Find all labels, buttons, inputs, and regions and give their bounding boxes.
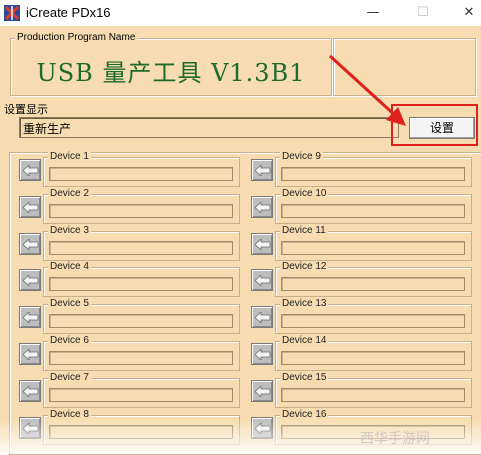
minimize-button[interactable]: — <box>350 0 396 26</box>
watermark-text: 西华手游网 <box>360 431 430 447</box>
device-progress-bar <box>281 314 465 329</box>
device-arrow-button[interactable] <box>19 379 41 402</box>
device-slot: Device 5 <box>19 298 249 335</box>
device-label: Device 15 <box>280 371 329 383</box>
device-slot: Device 9 <box>251 151 481 187</box>
device-label: Device 2 <box>48 187 91 199</box>
device-progress-bar <box>49 314 233 329</box>
device-group: Device 5 <box>43 298 240 335</box>
left-arrow-icon <box>255 201 271 213</box>
device-slot: Device 6 <box>19 335 249 371</box>
device-arrow-button[interactable] <box>251 269 273 292</box>
device-slot: Device 1 <box>19 151 249 187</box>
device-label: Device 10 <box>280 187 329 199</box>
device-progress-bar <box>49 167 233 181</box>
device-label: Device 7 <box>48 371 91 383</box>
device-slot: Device 15 <box>251 371 481 408</box>
device-arrow-button[interactable] <box>19 343 41 365</box>
device-progress-bar <box>49 351 233 365</box>
close-button[interactable]: ✕ <box>446 0 481 26</box>
production-program-group: Production Program Name USB 量产工具 V1.3B1 <box>10 32 332 96</box>
left-arrow-icon <box>255 385 271 397</box>
device-slot: Device 12 <box>251 261 481 298</box>
device-progress-bar <box>49 203 233 218</box>
device-label: Device 5 <box>48 298 91 310</box>
device-progress-bar <box>281 277 465 292</box>
left-arrow-icon <box>255 275 271 287</box>
device-group: Device 11 <box>275 224 472 261</box>
device-arrow-button[interactable] <box>19 269 41 292</box>
left-arrow-icon <box>255 238 271 250</box>
left-arrow-icon <box>23 385 39 397</box>
device-slot: Device 13 <box>251 298 481 335</box>
device-label: Device 3 <box>48 224 91 236</box>
device-arrow-button[interactable] <box>251 343 273 365</box>
device-group: Device 4 <box>43 261 240 298</box>
production-program-title: USB 量产工具 V1.3B1 <box>36 59 306 87</box>
device-progress-bar <box>281 167 465 181</box>
device-slot: Device 7 <box>19 371 249 408</box>
device-progress-bar <box>281 240 465 255</box>
window-title: iCreate PDx16 <box>26 5 111 20</box>
left-arrow-icon <box>255 349 271 360</box>
left-arrow-icon <box>23 312 39 324</box>
device-arrow-button[interactable] <box>19 195 41 218</box>
device-group: Device 15 <box>275 371 472 408</box>
maximize-button[interactable]: ☐ <box>400 0 446 26</box>
device-progress-bar <box>49 277 233 292</box>
device-progress-bar <box>281 203 465 218</box>
device-group: Device 7 <box>43 371 240 408</box>
device-group: Device 6 <box>43 335 240 371</box>
device-arrow-button[interactable] <box>19 306 41 329</box>
device-label: Device 1 <box>48 151 91 162</box>
device-progress-bar <box>281 387 465 402</box>
device-label: Device 12 <box>280 261 329 273</box>
left-arrow-icon <box>23 275 39 287</box>
device-progress-bar <box>49 387 233 402</box>
device-group: Device 12 <box>275 261 472 298</box>
left-arrow-icon <box>23 201 39 213</box>
device-label: Device 4 <box>48 261 91 273</box>
device-slot: Device 3 <box>19 224 249 261</box>
device-progress-bar <box>49 240 233 255</box>
device-arrow-button[interactable] <box>251 159 273 181</box>
left-arrow-icon <box>23 349 39 360</box>
settings-display-value: 重新生产 <box>23 122 72 136</box>
device-slot: Device 10 <box>251 187 481 224</box>
device-progress-bar <box>281 351 465 365</box>
device-group: Device 3 <box>43 224 240 261</box>
device-label: Device 9 <box>280 151 323 162</box>
highlight-box <box>391 104 478 146</box>
device-slot: Device 2 <box>19 187 249 224</box>
device-label: Device 14 <box>280 335 329 346</box>
title-bar: iCreate PDx16 — ☐ ✕ <box>0 0 481 26</box>
device-arrow-button[interactable] <box>251 379 273 402</box>
settings-display-label: 设置显示 <box>4 104 48 116</box>
device-arrow-button[interactable] <box>251 232 273 255</box>
device-arrow-button[interactable] <box>251 195 273 218</box>
device-group: Device 2 <box>43 187 240 224</box>
info-panel <box>333 38 476 96</box>
left-arrow-icon <box>255 165 271 176</box>
device-label: Device 11 <box>280 224 328 236</box>
device-slot: Device 4 <box>19 261 249 298</box>
settings-display-field: 重新生产 <box>19 117 399 138</box>
device-label: Device 6 <box>48 335 91 346</box>
device-label: Device 13 <box>280 298 329 310</box>
device-arrow-button[interactable] <box>251 306 273 329</box>
device-arrow-button[interactable] <box>19 232 41 255</box>
left-arrow-icon <box>23 165 39 176</box>
device-arrow-button[interactable] <box>19 159 41 181</box>
device-group: Device 13 <box>275 298 472 335</box>
left-arrow-icon <box>23 238 39 250</box>
app-logo-icon <box>4 5 20 21</box>
device-group: Device 9 <box>275 151 472 187</box>
production-program-legend: Production Program Name <box>15 32 138 43</box>
left-arrow-icon <box>255 312 271 324</box>
device-group: Device 10 <box>275 187 472 224</box>
device-group: Device 1 <box>43 151 240 187</box>
device-slot: Device 11 <box>251 224 481 261</box>
device-group: Device 14 <box>275 335 472 371</box>
device-slot: Device 14 <box>251 335 481 371</box>
